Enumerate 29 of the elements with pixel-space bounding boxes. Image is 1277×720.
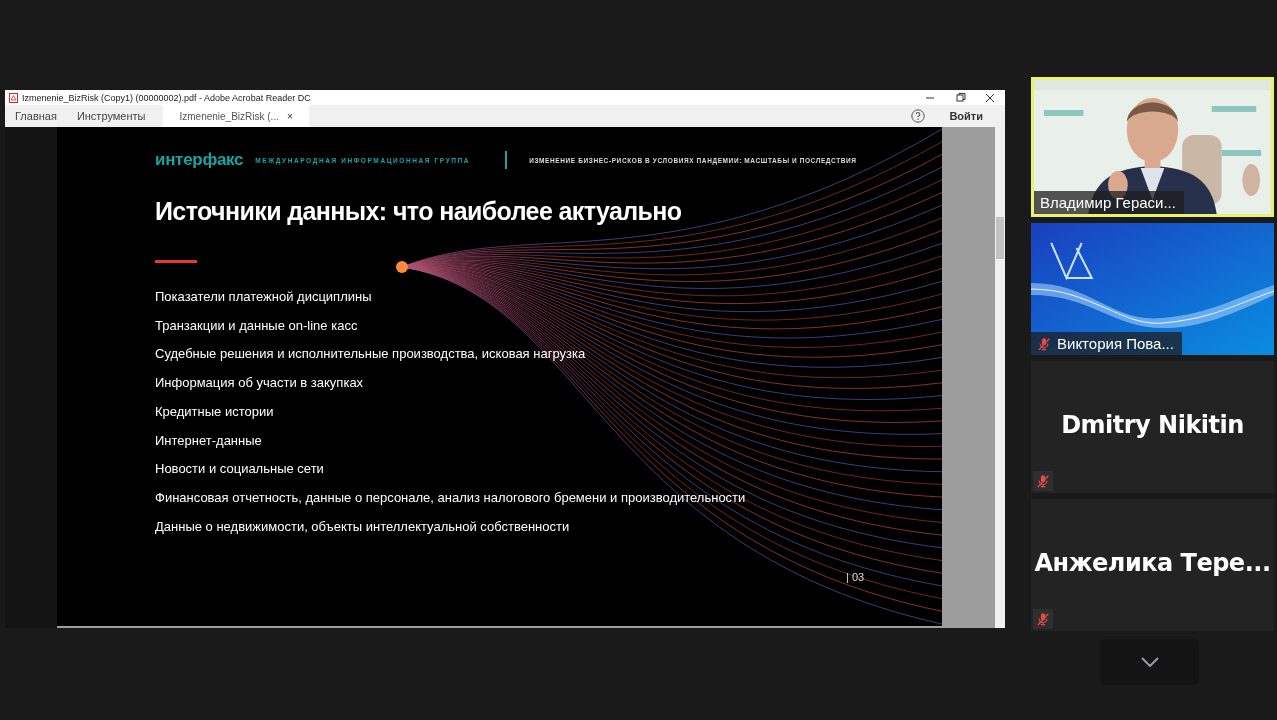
nav-tab[interactable]: Главная (5, 105, 67, 127)
video-tile[interactable]: Виктория Пова... (1031, 223, 1274, 355)
document-tab[interactable]: Izmenenie_BizRisk (... × (163, 105, 309, 127)
participant-name: Виктория Пова... (1057, 335, 1174, 352)
nav-tab[interactable]: Инструменты (66, 105, 156, 127)
video-tile[interactable]: Владимир Гераси... (1031, 77, 1274, 217)
participant-name: Dmitry Nikitin (1060, 411, 1245, 439)
slide-title: Источники данных: что наиболее актуально (155, 197, 683, 226)
slide-bullet: Новости и социальные сети (155, 460, 325, 479)
sign-in-button[interactable]: Войти (943, 105, 989, 127)
logo-text: интерфакс (155, 150, 244, 170)
page-number: | 03 (846, 571, 865, 583)
scrollbar[interactable] (995, 127, 1005, 628)
video-tile[interactable]: Анжелика Тере... (1031, 499, 1274, 631)
slide-bullet: Показатели платежной дисциплины (155, 288, 373, 306)
slide-bullet: Информация об участи в закупках (155, 374, 365, 393)
slide-bullet: Данные о недвижимости, объекты интеллектуальной собственности (155, 517, 571, 536)
slide-bullet: Интернет-данные (155, 431, 263, 450)
slide-bullet: Судебные решения и исполнительные производства, исковая нагрузка (155, 345, 587, 364)
slide-bullet: Кредитные истории (155, 402, 275, 421)
close-tab-button[interactable]: × (286, 110, 293, 122)
slide-bullet: Финансовая отчетность, данные о персонале, анализ налогового бремени и производительности (155, 488, 747, 507)
video-tile[interactable]: Dmitry Nikitin (1031, 361, 1274, 493)
participant-name: Владимир Гераси... (1040, 194, 1176, 211)
slide-bullet: Транзакции и данные on-line касс (155, 316, 359, 335)
window-title: Izmenenie_BizRisk (Copy1) (00000002).pdf - Adobe Acrobat Reader DC (22, 92, 312, 103)
chevron-down-icon (1140, 657, 1159, 667)
help-icon[interactable] (911, 109, 926, 123)
participant-name: Анжелика Тере... (1033, 549, 1272, 577)
